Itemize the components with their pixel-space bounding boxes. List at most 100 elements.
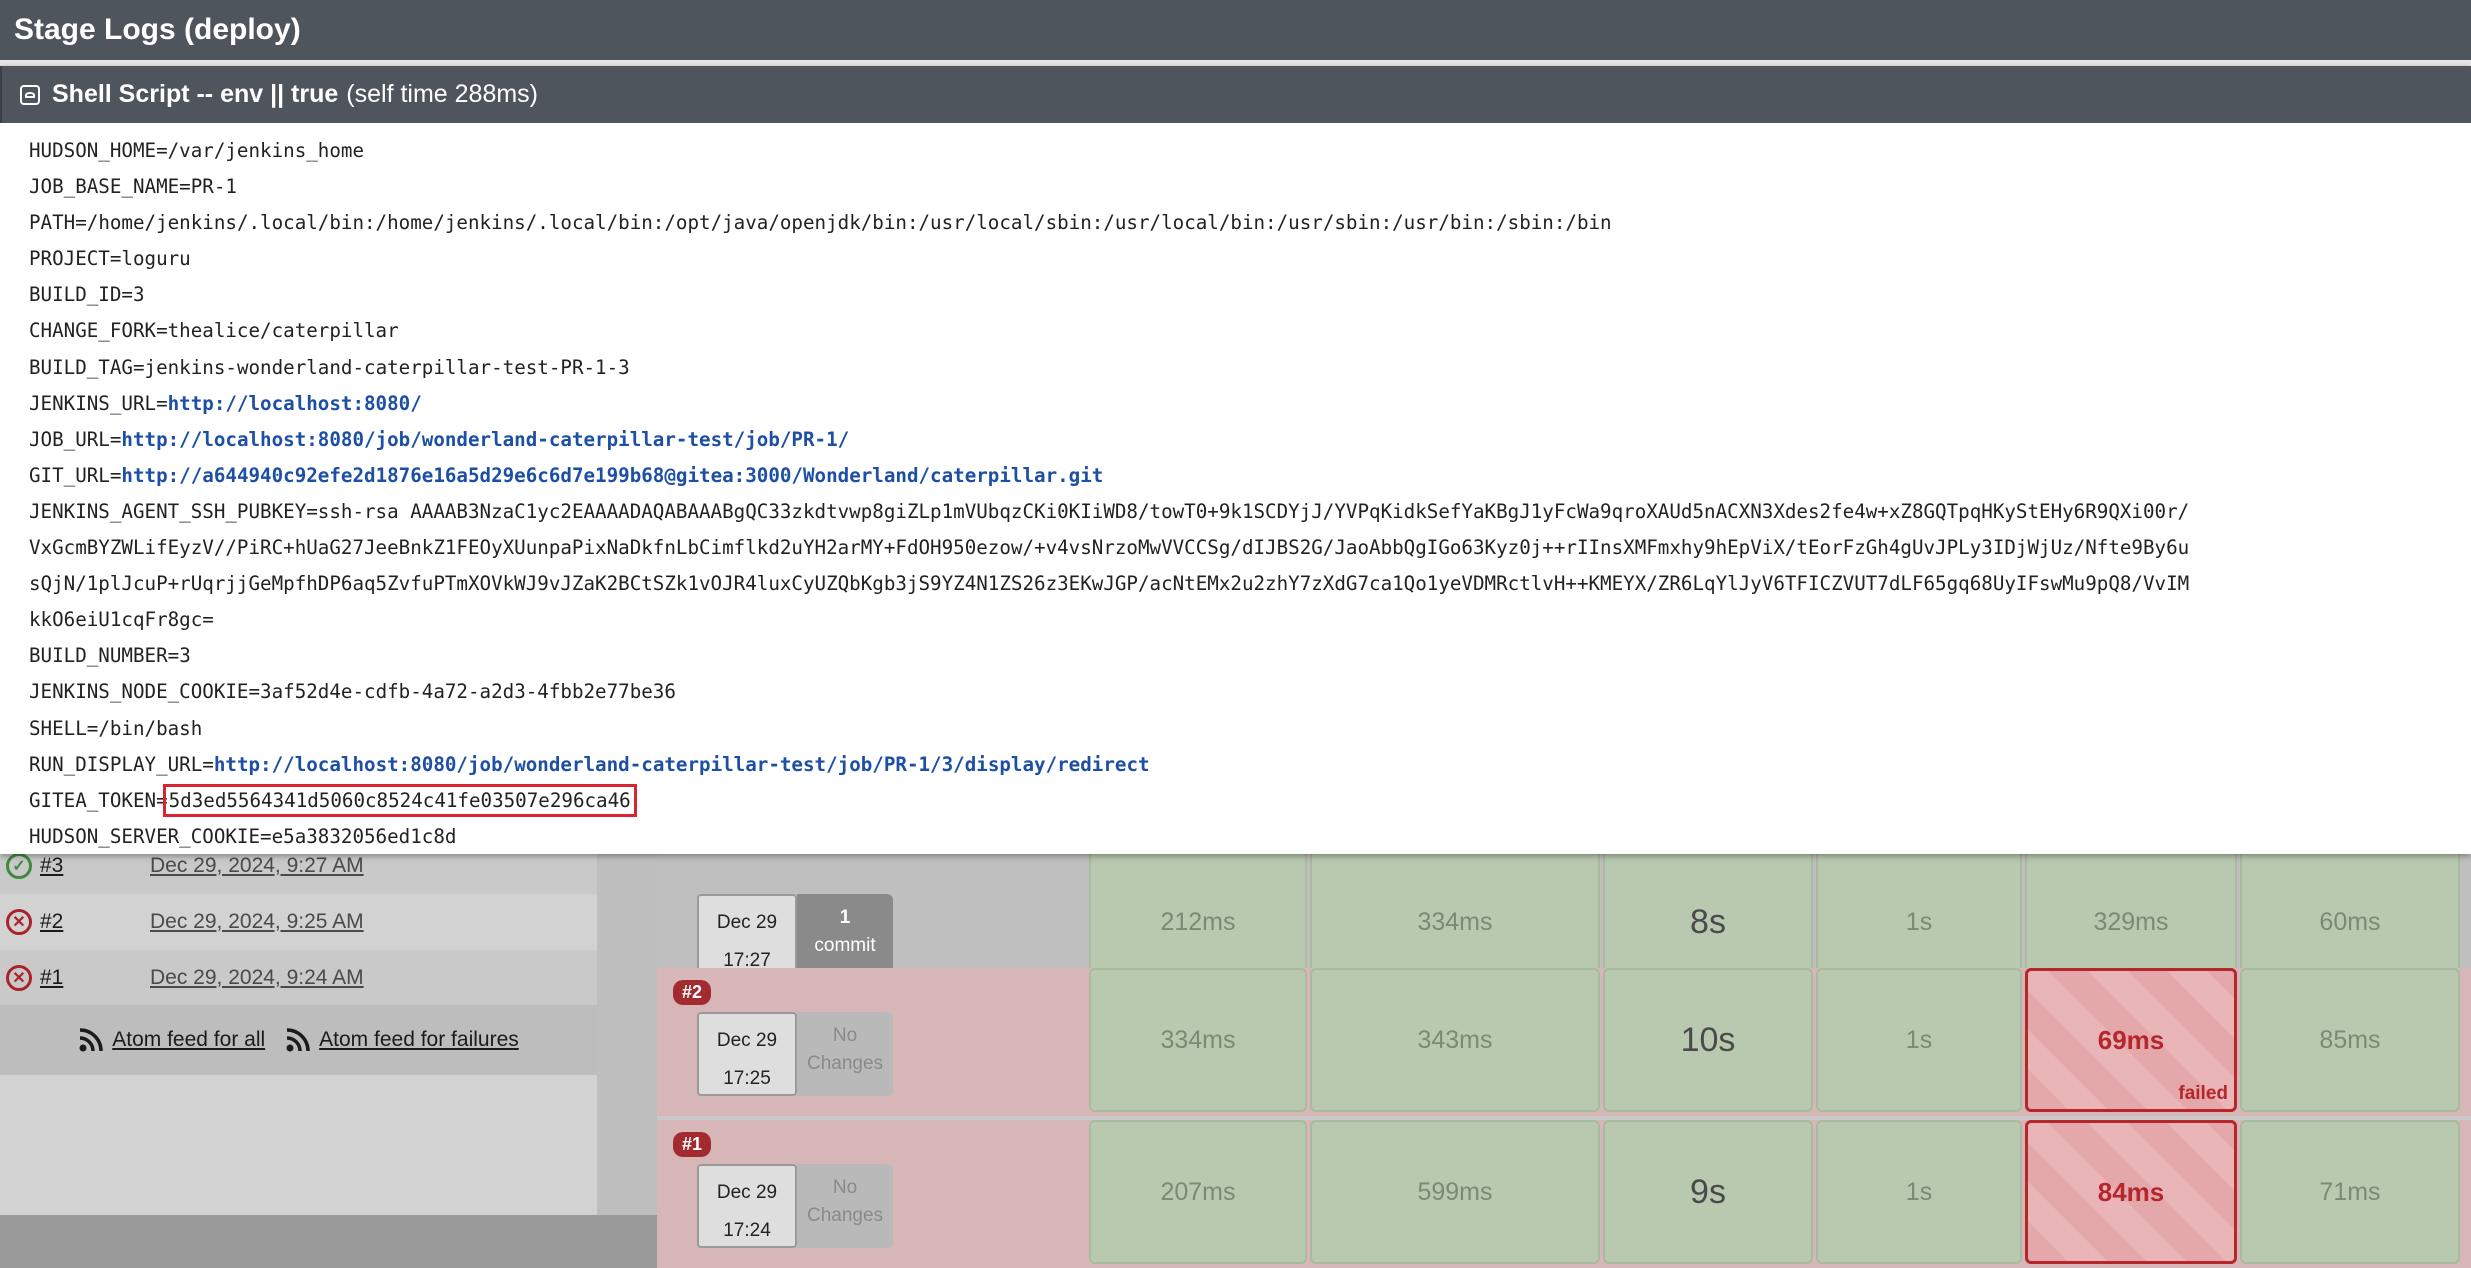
log-line: BUILD_NUMBER=3 bbox=[29, 638, 2471, 674]
stage-cell-failed[interactable]: 69ms failed bbox=[2025, 968, 2237, 1112]
step-time: (self time 288ms) bbox=[346, 80, 538, 108]
log-url-link[interactable]: http://a644940c92efe2d1876e16a5d29e6c6d7… bbox=[121, 464, 1103, 487]
changes-box[interactable]: No Changes bbox=[797, 1012, 893, 1096]
log-line: sQjN/1plJcuP+rUqrjjGeMpfhDP6aq5ZvfuPTmXO… bbox=[29, 566, 2471, 602]
build-history-row[interactable]: ✕ #1 Dec 29, 2024, 9:24 AM bbox=[0, 950, 597, 1006]
stage-cell[interactable]: 10s bbox=[1603, 968, 1813, 1112]
log-url-link[interactable]: http://localhost:8080/job/wonderland-cat… bbox=[214, 753, 1150, 776]
log-value: kkO6eiU1cqFr8gc= bbox=[29, 608, 214, 632]
log-key: BUILD_ID= bbox=[29, 283, 133, 307]
build-number-link[interactable]: #3 bbox=[40, 854, 63, 878]
rss-icon bbox=[79, 1028, 103, 1052]
build-badge[interactable]: #2 bbox=[673, 980, 712, 1005]
changes-box[interactable]: No Changes bbox=[797, 1164, 893, 1248]
step-header[interactable]: Shell Script -- env || true (self time 2… bbox=[0, 66, 2471, 123]
stage-cell[interactable]: 85ms bbox=[2240, 968, 2460, 1112]
stage-view-build-row: #1 Dec 29 17:24 No Changes 207ms 599ms 9… bbox=[657, 1120, 2471, 1268]
build-badge[interactable]: #1 bbox=[673, 1132, 712, 1157]
log-line: PROJECT=loguru bbox=[29, 241, 2471, 277]
build-number-link[interactable]: #1 bbox=[40, 966, 63, 990]
stage-cell[interactable]: 343ms bbox=[1310, 968, 1600, 1112]
atom-feed-all-label: Atom feed for all bbox=[112, 1028, 266, 1051]
failure-icon: ✕ bbox=[6, 909, 32, 935]
log-line: JOB_BASE_NAME=PR-1 bbox=[29, 169, 2471, 205]
log-value: 3 bbox=[179, 644, 191, 668]
highlighted-token-value: 5d3ed5564341d5060c8524c41fe03507e296ca46 bbox=[162, 783, 637, 817]
log-value: 3 bbox=[132, 283, 145, 307]
log-line: RUN_DISPLAY_URL=http://localhost:8080/jo… bbox=[29, 747, 2471, 783]
log-line: JENKINS_AGENT_SSH_PUBKEY=ssh-rsa AAAAB3N… bbox=[29, 494, 2471, 530]
build-time: 17:25 bbox=[723, 1068, 771, 1089]
log-value: ssh-rsa AAAAB3NzaC1yc2EAAAADAQABAAABgQC3… bbox=[317, 499, 2190, 523]
build-date-box[interactable]: Dec 29 17:25 bbox=[697, 1012, 797, 1096]
build-date-link[interactable]: Dec 29, 2024, 9:24 AM bbox=[150, 966, 364, 990]
stage-cell[interactable]: 1s bbox=[1816, 1120, 2022, 1264]
log-key: JENKINS_URL= bbox=[29, 391, 168, 415]
log-key: PROJECT= bbox=[29, 247, 122, 271]
log-line: JOB_URL=http://localhost:8080/job/wonder… bbox=[29, 422, 2471, 458]
stage-logs-dialog: Shell Script -- env || true (self time 2… bbox=[0, 66, 2471, 854]
build-history-row[interactable]: ✕ #2 Dec 29, 2024, 9:25 AM bbox=[0, 894, 597, 950]
stage-cell[interactable]: 207ms bbox=[1089, 1120, 1307, 1264]
log-value: sQjN/1plJcuP+rUqrjjGeMpfhDP6aq5ZvfuPTmXO… bbox=[29, 572, 2190, 596]
stage-cell-failed[interactable]: 84ms bbox=[2025, 1120, 2237, 1264]
log-key: RUN_DISPLAY_URL= bbox=[29, 752, 214, 776]
log-line: CHANGE_FORK=thealice/caterpillar bbox=[29, 313, 2471, 349]
log-value: VxGcmBYZWLifEyzV//PiRC+hUaG27JeeBnkZ1FEO… bbox=[29, 536, 2190, 560]
log-key: GITEA_TOKEN= bbox=[29, 788, 168, 812]
build-date: Dec 29 bbox=[716, 1030, 778, 1051]
collapse-icon[interactable] bbox=[20, 84, 40, 105]
log-key: HUDSON_SERVER_COOKIE= bbox=[29, 824, 272, 848]
build-date-box[interactable]: Dec 29 17:24 bbox=[697, 1164, 797, 1248]
stage-cell[interactable]: 1s bbox=[1816, 968, 2022, 1112]
stage-cell[interactable]: 9s bbox=[1603, 1120, 1813, 1264]
build-date-box[interactable]: Dec 29 17:27 bbox=[697, 894, 797, 978]
build-number-link[interactable]: #2 bbox=[40, 910, 63, 934]
log-key: GIT_URL= bbox=[29, 463, 122, 487]
failure-icon: ✕ bbox=[6, 965, 32, 991]
log-key: BUILD_NUMBER= bbox=[29, 644, 180, 668]
log-value: /var/jenkins_home bbox=[167, 139, 365, 162]
log-line: JENKINS_URL=http://localhost:8080/ bbox=[29, 386, 2471, 422]
stage-view-build-row: #2 Dec 29 17:25 No Changes 334ms 343ms 1… bbox=[657, 968, 2471, 1116]
log-line: BUILD_TAG=jenkins-wonderland-caterpillar… bbox=[29, 350, 2471, 386]
log-output: HUDSON_HOME=/var/jenkins_home JOB_BASE_NA… bbox=[0, 123, 2471, 855]
log-value: /bin/bash bbox=[98, 716, 203, 740]
layout-gap bbox=[597, 850, 657, 1215]
log-value: PR-1 bbox=[190, 175, 237, 199]
log-url-link[interactable]: http://localhost:8080/job/wonderland-cat… bbox=[121, 428, 849, 451]
log-value: e5a3832056ed1c8d bbox=[271, 824, 457, 848]
success-icon: ✓ bbox=[6, 853, 32, 879]
log-key: BUILD_TAG= bbox=[29, 355, 145, 379]
changes-box[interactable]: 1 commit bbox=[797, 894, 893, 978]
log-value: 3af52d4e-cdfb-4a72-a2d3-4fbb2e77be36 bbox=[260, 680, 676, 704]
build-date-link[interactable]: Dec 29, 2024, 9:25 AM bbox=[150, 910, 364, 934]
changes-line-1: No bbox=[832, 1025, 858, 1046]
log-value: jenkins-wonderland-caterpillar-test-PR-1… bbox=[144, 355, 630, 379]
rss-icon bbox=[286, 1028, 310, 1052]
stage-cell[interactable]: 599ms bbox=[1310, 1120, 1600, 1264]
build-date: Dec 29 bbox=[716, 912, 778, 933]
log-key: JOB_BASE_NAME= bbox=[29, 175, 191, 199]
log-url-link[interactable]: http://localhost:8080/ bbox=[168, 392, 422, 415]
build-time: 17:24 bbox=[723, 1220, 771, 1241]
atom-feed-all-link[interactable]: Atom feed for all bbox=[78, 1027, 265, 1053]
log-value: thealice/caterpillar bbox=[167, 319, 399, 343]
atom-feed-failures-label: Atom feed for failures bbox=[319, 1028, 519, 1051]
log-line: JENKINS_NODE_COOKIE=3af52d4e-cdfb-4a72-a… bbox=[29, 674, 2471, 710]
build-date-link[interactable]: Dec 29, 2024, 9:27 AM bbox=[150, 854, 364, 878]
log-key: SHELL= bbox=[29, 716, 99, 740]
step-name: Shell Script -- env || true bbox=[52, 80, 339, 108]
log-value: /home/jenkins/.local/bin:/home/jenkins/.… bbox=[86, 211, 1612, 235]
stage-cell[interactable]: 334ms bbox=[1089, 968, 1307, 1112]
log-value: loguru bbox=[121, 247, 191, 271]
atom-feed-failures-link[interactable]: Atom feed for failures bbox=[285, 1027, 519, 1053]
changes-line-2: commit bbox=[814, 935, 876, 956]
log-line: GITEA_TOKEN=5d3ed5564341d5060c8524c41fe0… bbox=[29, 783, 2471, 819]
log-line: VxGcmBYZWLifEyzV//PiRC+hUaG27JeeBnkZ1FEO… bbox=[29, 530, 2471, 566]
stage-cell[interactable]: 71ms bbox=[2240, 1120, 2460, 1264]
log-line: GIT_URL=http://a644940c92efe2d1876e16a5d… bbox=[29, 458, 2471, 494]
changes-line-1: No bbox=[832, 1177, 858, 1198]
log-key: JENKINS_NODE_COOKIE= bbox=[29, 680, 261, 704]
log-line: HUDSON_HOME=/var/jenkins_home bbox=[29, 133, 2471, 169]
